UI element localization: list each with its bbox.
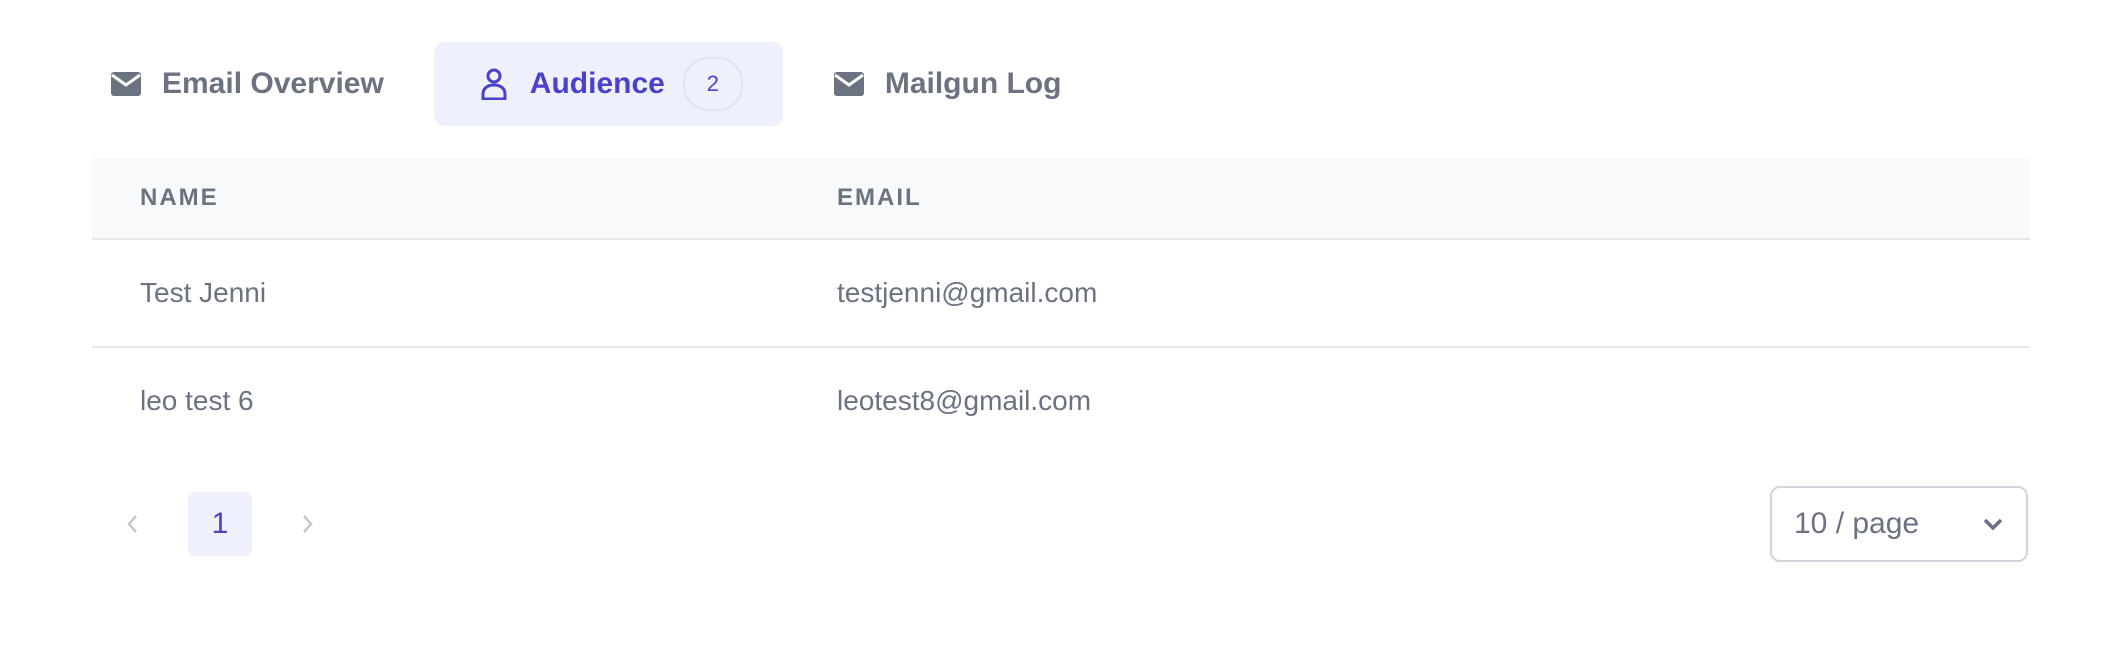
user-icon (478, 68, 510, 100)
page-number-button[interactable]: 1 (188, 492, 252, 556)
chevron-left-icon (127, 515, 137, 533)
chevron-right-icon (303, 515, 313, 533)
tab-label: Audience (529, 67, 665, 100)
tab-mailgun-log[interactable]: Mailgun Log (815, 42, 1080, 126)
name-cell: Test Jenni (140, 277, 267, 308)
envelope-icon (833, 68, 865, 100)
count-badge: 2 (682, 57, 743, 111)
tab-label: Email Overview (162, 67, 384, 100)
next-page-button[interactable] (268, 492, 348, 556)
name-cell: leo test 6 (140, 385, 254, 416)
audience-panel: Email Overview Audience 2 Mailgun Log NA… (0, 0, 2108, 672)
column-header-name[interactable]: NAME (92, 184, 837, 212)
envelope-icon (110, 68, 142, 100)
table-header: NAME EMAIL (92, 158, 2030, 240)
email-cell: testjenni@gmail.com (837, 277, 1098, 308)
email-cell: leotest8@gmail.com (837, 385, 1092, 416)
audience-table: NAME EMAIL Test Jenni testjenni@gmail.co… (92, 158, 2030, 454)
chevron-down-icon (1983, 518, 2003, 531)
tab-email-overview[interactable]: Email Overview (92, 42, 402, 126)
column-header-email[interactable]: EMAIL (837, 184, 2030, 212)
tab-label: Mailgun Log (884, 67, 1062, 100)
tab-audience[interactable]: Audience 2 (433, 42, 783, 126)
page-size-select[interactable]: 10 / page (1770, 486, 2028, 562)
table-row[interactable]: leo test 6 leotest8@gmail.com (92, 348, 2030, 454)
tab-bar: Email Overview Audience 2 Mailgun Log (92, 42, 1079, 126)
pagination: 1 (92, 490, 348, 558)
page-size-value: 10 / page (1794, 507, 1920, 540)
table-row[interactable]: Test Jenni testjenni@gmail.com (92, 240, 2030, 348)
prev-page-button[interactable] (92, 492, 172, 556)
